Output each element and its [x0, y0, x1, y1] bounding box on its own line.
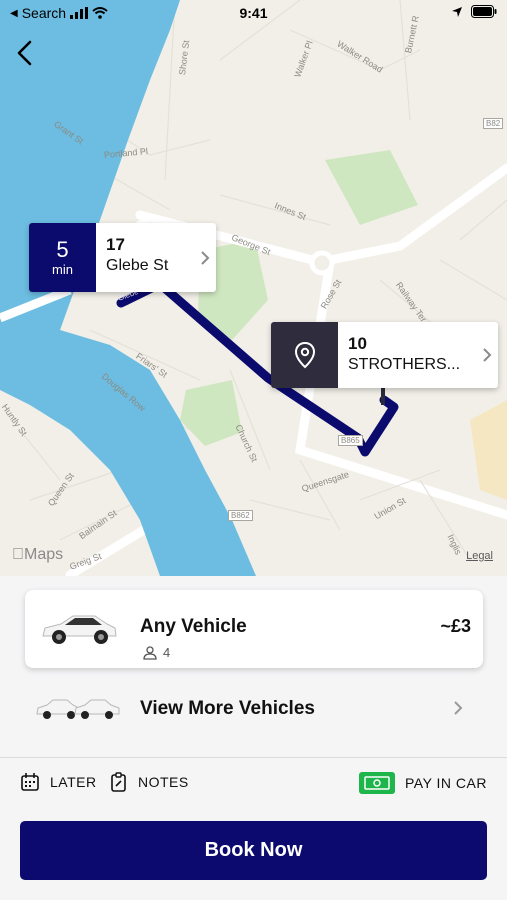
eta-badge: 5 min — [29, 223, 96, 292]
back-button[interactable] — [14, 38, 38, 68]
seat-count-value: 4 — [163, 645, 171, 660]
pickup-street: Glebe St — [106, 257, 169, 274]
view-more-label: View More Vehicles — [140, 698, 315, 719]
pickup-number: 17 — [106, 235, 125, 254]
maps-attribution: Maps — [12, 546, 63, 563]
pay-label: PAY IN CAR — [404, 775, 487, 791]
apple-logo-icon:  — [12, 546, 24, 563]
eta-value: 5 — [56, 237, 69, 262]
road-number-label: B862 — [228, 510, 253, 521]
vehicle-name: Any Vehicle — [140, 616, 247, 637]
destination-number: 10 — [348, 334, 367, 353]
chevron-right-icon — [476, 322, 498, 388]
road-number-label: B82 — [483, 118, 504, 129]
notes-label: NOTES — [138, 774, 189, 790]
clock: 9:41 — [239, 5, 268, 21]
location-pin-icon — [271, 322, 338, 388]
notes-icon — [111, 772, 126, 792]
booking-actions: LATER NOTES PAY IN CAR — [0, 772, 507, 802]
battery-icon — [471, 5, 497, 18]
location-arrow-icon — [452, 6, 462, 17]
chevron-right-icon — [194, 223, 216, 292]
book-now-button[interactable]: Book Now — [20, 821, 487, 880]
chevron-right-icon — [454, 701, 463, 715]
seat-count: 4 — [143, 645, 170, 660]
car-icon — [42, 615, 117, 644]
later-label: LATER — [50, 774, 97, 790]
eta-unit: min — [52, 262, 73, 277]
road-number-label: B865 — [338, 435, 363, 446]
pickup-callout[interactable]: 5 min 17 Glebe St — [29, 223, 216, 292]
cars-icon — [36, 699, 120, 719]
pay-in-car-button[interactable]: PAY IN CAR — [358, 772, 487, 794]
later-button[interactable]: LATER — [20, 772, 97, 792]
vehicle-price: ~£3 — [440, 616, 471, 636]
destination-street: STROTHERS... — [348, 356, 461, 373]
view-more-vehicles-button[interactable]: View More Vehicles — [25, 680, 483, 736]
status-bar: ◀ Search 9:41 — [0, 0, 507, 28]
vehicle-option-card[interactable]: Any Vehicle 4 ~£3 — [25, 590, 483, 668]
divider — [0, 757, 507, 758]
chevron-left-icon — [17, 40, 32, 66]
booking-panel: Any Vehicle 4 ~£3 View More Vehicles LAT… — [0, 576, 507, 900]
notes-button[interactable]: NOTES — [110, 772, 189, 792]
legal-link[interactable]: Legal — [466, 550, 493, 562]
calendar-icon — [21, 773, 39, 791]
cash-icon — [358, 772, 395, 794]
destination-callout[interactable]: 10 STROTHERS... — [271, 322, 498, 388]
person-icon — [143, 645, 157, 660]
